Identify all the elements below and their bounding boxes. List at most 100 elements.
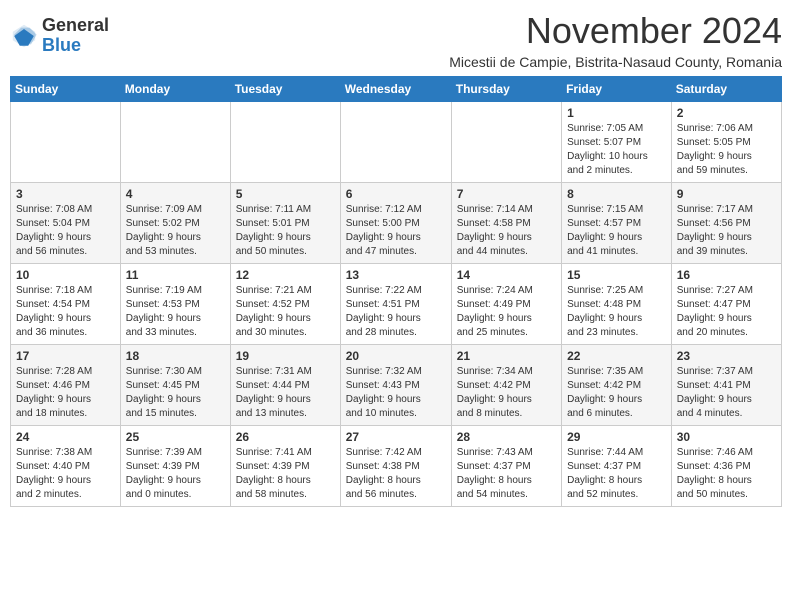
day-info: Sunrise: 7:39 AM Sunset: 4:39 PM Dayligh… [126, 446, 225, 502]
day-info: Sunrise: 7:19 AM Sunset: 4:53 PM Dayligh… [126, 284, 225, 340]
day-number: 21 [457, 349, 556, 363]
calendar-week-row: 10Sunrise: 7:18 AM Sunset: 4:54 PM Dayli… [11, 264, 782, 345]
day-info: Sunrise: 7:41 AM Sunset: 4:39 PM Dayligh… [236, 446, 335, 502]
calendar-cell: 5Sunrise: 7:11 AM Sunset: 5:01 PM Daylig… [230, 183, 340, 264]
calendar-cell: 13 Sunrise: 7:22 AM Sunset: 4:51 PM Dayli… [340, 264, 451, 345]
calendar-cell: 10Sunrise: 7:18 AM Sunset: 4:54 PM Dayli… [11, 264, 121, 345]
calendar-cell [11, 102, 121, 183]
day-info: Sunrise: 7:43 AM Sunset: 4:37 PM Dayligh… [457, 446, 556, 502]
day-info: Sunrise: 7:27 AM Sunset: 4:47 PM Dayligh… [677, 284, 776, 340]
day-info: Sunrise: 7:30 AM Sunset: 4:45 PM Dayligh… [126, 365, 225, 421]
calendar-cell: 28Sunrise: 7:43 AM Sunset: 4:37 PM Dayli… [451, 426, 561, 507]
calendar-cell: 8 Sunrise: 7:15 AM Sunset: 4:57 PM Daylig… [562, 183, 672, 264]
day-info: Sunrise: 7:28 AM Sunset: 4:46 PM Dayligh… [16, 365, 115, 421]
calendar-cell [230, 102, 340, 183]
logo-icon [10, 22, 38, 50]
calendar-header-row: SundayMondayTuesdayWednesdayThursdayFrid… [11, 77, 782, 102]
subtitle: Micestii de Campie, Bistrita-Nasaud Coun… [449, 54, 782, 70]
calendar-cell: 19 Sunrise: 7:31 AM Sunset: 4:44 PM Dayli… [230, 345, 340, 426]
weekday-header-monday: Monday [120, 77, 230, 102]
calendar-cell: 15Sunrise: 7:25 AM Sunset: 4:48 PM Dayli… [562, 264, 672, 345]
day-number: 16 [677, 268, 776, 282]
calendar-cell: 16 Sunrise: 7:27 AM Sunset: 4:47 PM Dayli… [671, 264, 781, 345]
calendar-cell: 29 Sunrise: 7:44 AM Sunset: 4:37 PM Dayli… [562, 426, 672, 507]
calendar-week-row: 24Sunrise: 7:38 AM Sunset: 4:40 PM Dayli… [11, 426, 782, 507]
day-number: 23 [677, 349, 776, 363]
day-info: Sunrise: 7:09 AM Sunset: 5:02 PM Dayligh… [126, 203, 225, 259]
calendar-cell: 25 Sunrise: 7:39 AM Sunset: 4:39 PM Dayli… [120, 426, 230, 507]
day-number: 13 [346, 268, 446, 282]
weekday-header-sunday: Sunday [11, 77, 121, 102]
weekday-header-tuesday: Tuesday [230, 77, 340, 102]
weekday-header-wednesday: Wednesday [340, 77, 451, 102]
calendar-cell: 1 Sunrise: 7:05 AM Sunset: 5:07 PM Daylig… [562, 102, 672, 183]
calendar-cell: 9 Sunrise: 7:17 AM Sunset: 4:56 PM Daylig… [671, 183, 781, 264]
day-number: 25 [126, 430, 225, 444]
day-info: Sunrise: 7:32 AM Sunset: 4:43 PM Dayligh… [346, 365, 446, 421]
calendar-cell: 22 Sunrise: 7:35 AM Sunset: 4:42 PM Dayli… [562, 345, 672, 426]
day-info: Sunrise: 7:24 AM Sunset: 4:49 PM Dayligh… [457, 284, 556, 340]
calendar-cell: 12Sunrise: 7:21 AM Sunset: 4:52 PM Dayli… [230, 264, 340, 345]
day-info: Sunrise: 7:44 AM Sunset: 4:37 PM Dayligh… [567, 446, 666, 502]
day-info: Sunrise: 7:15 AM Sunset: 4:57 PM Dayligh… [567, 203, 666, 259]
day-number: 29 [567, 430, 666, 444]
weekday-header-saturday: Saturday [671, 77, 781, 102]
calendar-cell: 2Sunrise: 7:06 AM Sunset: 5:05 PM Daylig… [671, 102, 781, 183]
day-number: 4 [126, 187, 225, 201]
calendar-cell: 20 Sunrise: 7:32 AM Sunset: 4:43 PM Dayli… [340, 345, 451, 426]
day-info: Sunrise: 7:22 AM Sunset: 4:51 PM Dayligh… [346, 284, 446, 340]
day-info: Sunrise: 7:34 AM Sunset: 4:42 PM Dayligh… [457, 365, 556, 421]
calendar-week-row: 17Sunrise: 7:28 AM Sunset: 4:46 PM Dayli… [11, 345, 782, 426]
calendar-cell: 26 Sunrise: 7:41 AM Sunset: 4:39 PM Dayli… [230, 426, 340, 507]
day-number: 8 [567, 187, 666, 201]
calendar-table: SundayMondayTuesdayWednesdayThursdayFrid… [10, 76, 782, 507]
day-number: 6 [346, 187, 446, 201]
calendar-cell: 4 Sunrise: 7:09 AM Sunset: 5:02 PM Daylig… [120, 183, 230, 264]
day-info: Sunrise: 7:12 AM Sunset: 5:00 PM Dayligh… [346, 203, 446, 259]
day-info: Sunrise: 7:05 AM Sunset: 5:07 PM Dayligh… [567, 122, 666, 178]
day-number: 9 [677, 187, 776, 201]
calendar-cell: 30 Sunrise: 7:46 AM Sunset: 4:36 PM Dayli… [671, 426, 781, 507]
day-number: 18 [126, 349, 225, 363]
day-number: 5 [236, 187, 335, 201]
calendar-cell: 17Sunrise: 7:28 AM Sunset: 4:46 PM Dayli… [11, 345, 121, 426]
calendar-cell: 6 Sunrise: 7:12 AM Sunset: 5:00 PM Daylig… [340, 183, 451, 264]
day-number: 20 [346, 349, 446, 363]
calendar-week-row: 3 Sunrise: 7:08 AM Sunset: 5:04 PM Daylig… [11, 183, 782, 264]
day-info: Sunrise: 7:18 AM Sunset: 4:54 PM Dayligh… [16, 284, 115, 340]
day-number: 22 [567, 349, 666, 363]
calendar-cell: 7 Sunrise: 7:14 AM Sunset: 4:58 PM Daylig… [451, 183, 561, 264]
day-info: Sunrise: 7:14 AM Sunset: 4:58 PM Dayligh… [457, 203, 556, 259]
calendar-cell [451, 102, 561, 183]
day-info: Sunrise: 7:31 AM Sunset: 4:44 PM Dayligh… [236, 365, 335, 421]
calendar-cell: 11Sunrise: 7:19 AM Sunset: 4:53 PM Dayli… [120, 264, 230, 345]
day-info: Sunrise: 7:46 AM Sunset: 4:36 PM Dayligh… [677, 446, 776, 502]
day-number: 19 [236, 349, 335, 363]
day-number: 14 [457, 268, 556, 282]
calendar-cell: 3 Sunrise: 7:08 AM Sunset: 5:04 PM Daylig… [11, 183, 121, 264]
day-number: 12 [236, 268, 335, 282]
calendar-cell: 23Sunrise: 7:37 AM Sunset: 4:41 PM Dayli… [671, 345, 781, 426]
calendar-cell: 14 Sunrise: 7:24 AM Sunset: 4:49 PM Dayli… [451, 264, 561, 345]
weekday-header-thursday: Thursday [451, 77, 561, 102]
day-info: Sunrise: 7:35 AM Sunset: 4:42 PM Dayligh… [567, 365, 666, 421]
day-info: Sunrise: 7:06 AM Sunset: 5:05 PM Dayligh… [677, 122, 776, 178]
month-title: November 2024 [449, 10, 782, 52]
logo: General Blue [10, 16, 109, 56]
day-info: Sunrise: 7:17 AM Sunset: 4:56 PM Dayligh… [677, 203, 776, 259]
day-number: 3 [16, 187, 115, 201]
calendar-cell: 24Sunrise: 7:38 AM Sunset: 4:40 PM Dayli… [11, 426, 121, 507]
calendar-cell: 18 Sunrise: 7:30 AM Sunset: 4:45 PM Dayli… [120, 345, 230, 426]
calendar-cell [120, 102, 230, 183]
calendar-cell [340, 102, 451, 183]
day-number: 1 [567, 106, 666, 120]
day-info: Sunrise: 7:42 AM Sunset: 4:38 PM Dayligh… [346, 446, 446, 502]
day-number: 7 [457, 187, 556, 201]
day-info: Sunrise: 7:08 AM Sunset: 5:04 PM Dayligh… [16, 203, 115, 259]
weekday-header-friday: Friday [562, 77, 672, 102]
day-number: 30 [677, 430, 776, 444]
logo-text: General Blue [42, 16, 109, 56]
day-number: 26 [236, 430, 335, 444]
day-number: 24 [16, 430, 115, 444]
title-block: November 2024 Micestii de Campie, Bistri… [449, 10, 782, 70]
